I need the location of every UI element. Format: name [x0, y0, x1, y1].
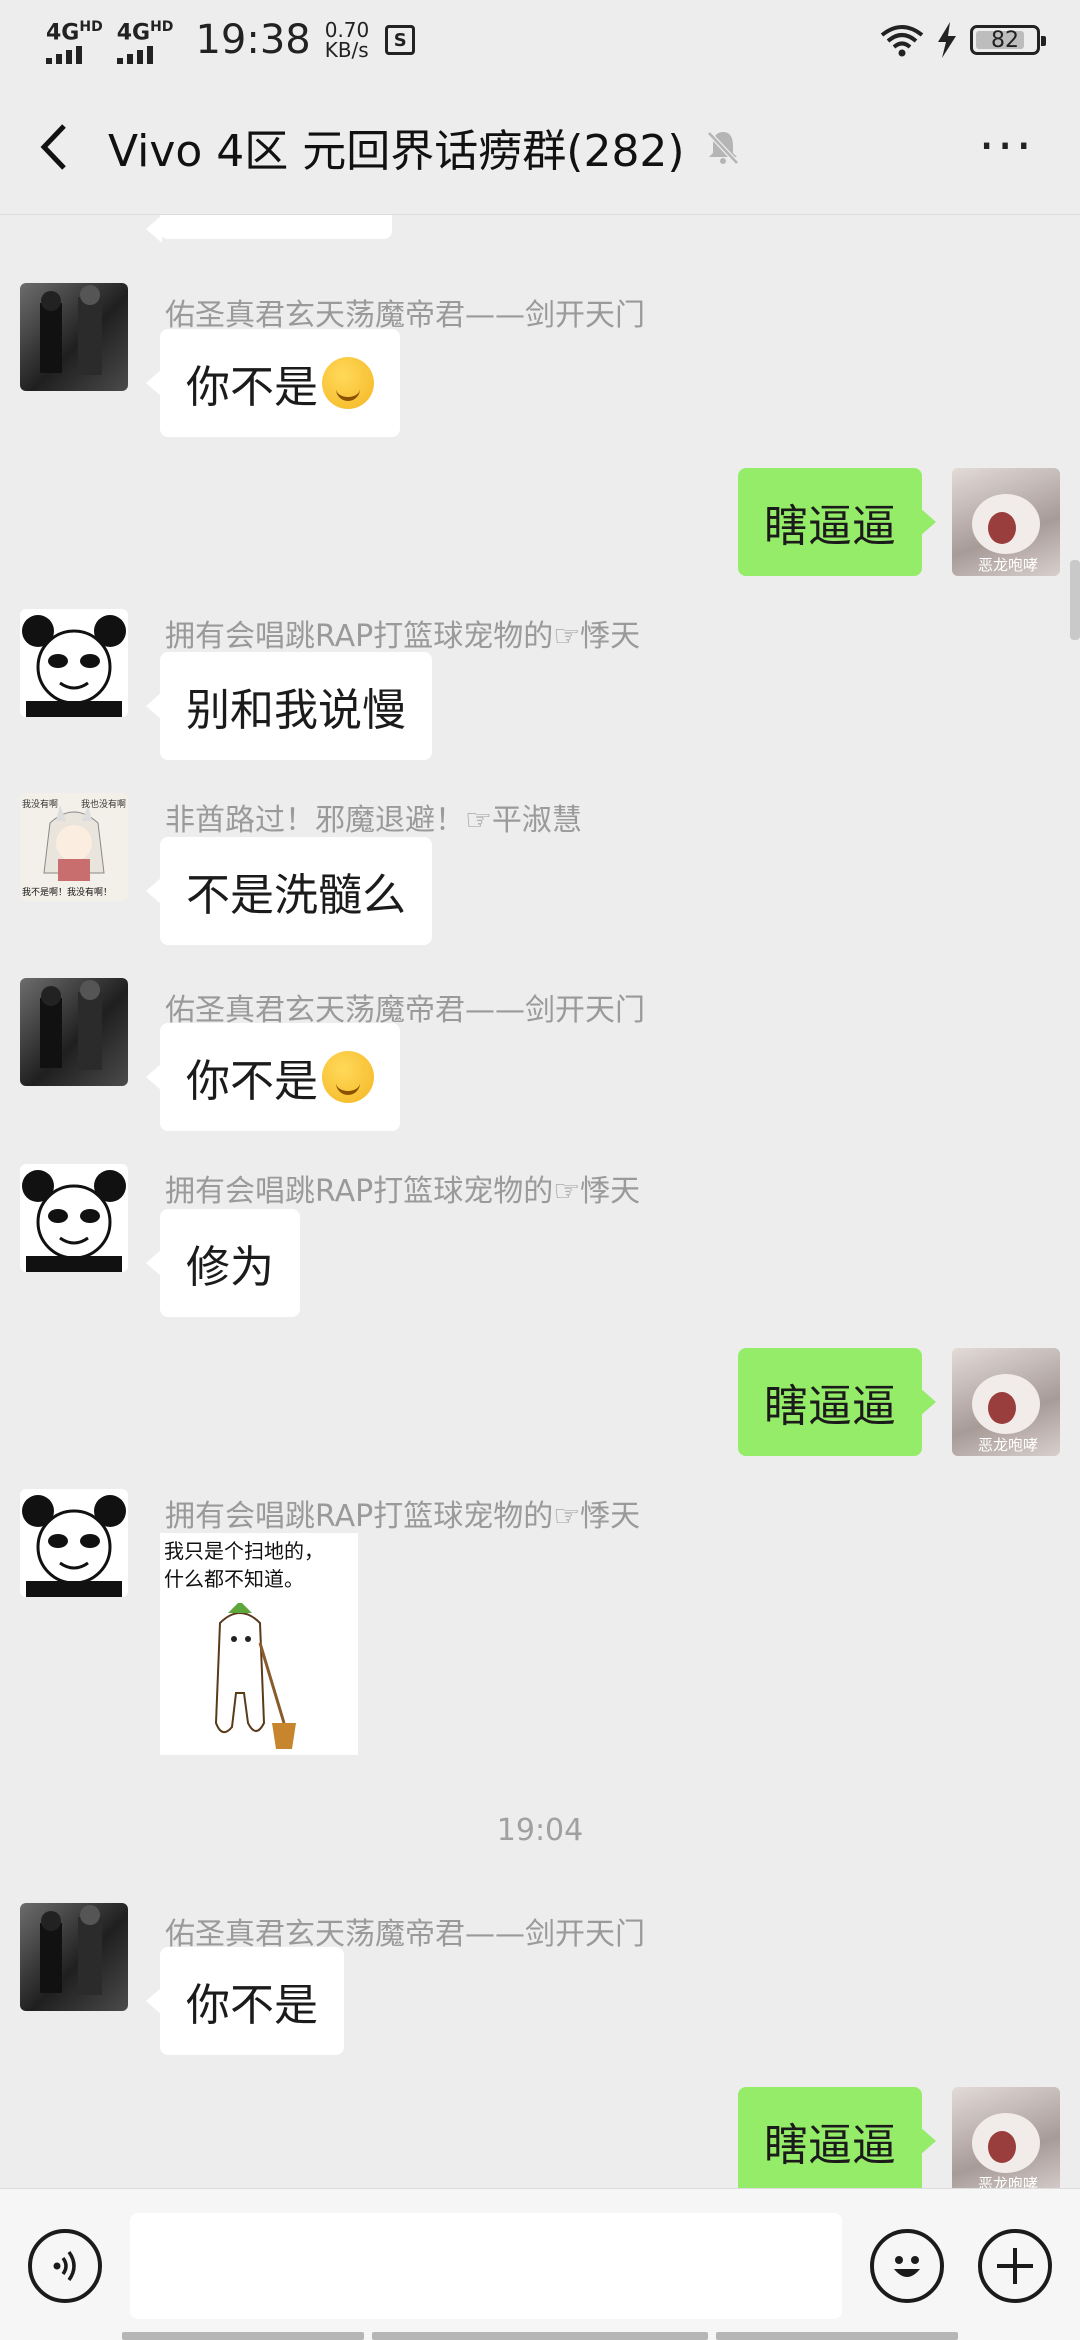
signal-1: 4GHD: [46, 16, 103, 65]
signal-bars-icon: [116, 46, 153, 65]
avatar[interactable]: [20, 609, 128, 717]
smirk-emoji-icon: [322, 357, 374, 409]
message-bubble[interactable]: 别和我说慢: [146, 652, 432, 760]
emoji-icon[interactable]: [870, 2229, 944, 2303]
gesture-bar: [0, 2330, 1080, 2340]
chat-title[interactable]: Vivo 4区 元回界话痨群(282): [108, 115, 685, 179]
sim-icon: S: [385, 25, 416, 55]
time-divider: 19:04: [496, 1813, 584, 1848]
signal-bars-icon: [46, 46, 82, 65]
message-text: 你不是: [186, 362, 318, 413]
add-icon[interactable]: [978, 2229, 1052, 2303]
message-bubble[interactable]: 瞎逼逼: [738, 2087, 936, 2188]
scrollbar-thumb[interactable]: [1070, 560, 1080, 640]
avatar[interactable]: [20, 978, 128, 1086]
avatar[interactable]: [20, 1489, 128, 1597]
avatar-caption: 恶龙咆哮: [978, 2175, 1039, 2188]
message-text: 瞎逼逼: [764, 1381, 896, 1432]
message-bubble[interactable]: 修为: [146, 1209, 300, 1317]
avatar-caption: 恶龙咆哮: [978, 556, 1039, 574]
avatar[interactable]: 恶龙咆哮: [952, 2087, 1060, 2188]
message-bubble[interactable]: 你不是: [146, 1947, 344, 2055]
sender-name: 拥有会唱跳RAP打篮球宠物的☞悸天: [165, 1499, 641, 1534]
avatar[interactable]: 我没有啊 我也没有啊 我不是啊！我没有啊！: [20, 793, 128, 901]
sticker-image[interactable]: 我只是个扫地的， 什么都不知道。: [160, 1533, 358, 1755]
message-text: 你不是: [186, 1056, 318, 1107]
sender-name: 拥有会唱跳RAP打篮球宠物的☞悸天: [165, 1174, 641, 1209]
battery-level: 82: [991, 27, 1019, 53]
mute-bell-icon: [706, 131, 739, 165]
avatar[interactable]: [20, 1164, 128, 1272]
signal-2: 4GHD: [116, 16, 173, 65]
voice-icon[interactable]: [28, 2229, 102, 2303]
more-dots-icon[interactable]: ···: [978, 117, 1034, 177]
avatar[interactable]: 恶龙咆哮: [952, 468, 1060, 576]
wifi-icon: [880, 25, 924, 57]
message-bubble-partial[interactable]: [146, 215, 392, 243]
message-input[interactable]: [130, 2213, 842, 2319]
avatar[interactable]: [20, 283, 128, 391]
avatar-caption: 我也没有啊: [80, 800, 126, 810]
message-text: 别和我说慢: [186, 685, 406, 736]
message-text: 瞎逼逼: [764, 501, 896, 552]
network-speed: 0.70 KB/s: [324, 18, 370, 62]
battery-icon: 82: [970, 25, 1046, 55]
input-bar: [0, 2188, 1080, 2340]
charging-icon: [938, 22, 956, 58]
avatar-caption: 恶龙咆哮: [978, 1436, 1039, 1454]
status-time: 19:38: [195, 17, 311, 63]
message-bubble[interactable]: 不是洗髓么: [146, 837, 432, 945]
message-bubble[interactable]: 瞎逼逼: [738, 468, 936, 576]
sender-name: 佑圣真君玄天荡魔帝君——剑开天门: [165, 298, 645, 333]
message-text: 不是洗髓么: [186, 870, 406, 921]
avatar-caption: 我不是啊！我没有啊！: [22, 888, 113, 898]
sticker-caption: 我只是个扫地的， 什么都不知道。: [164, 1539, 324, 1591]
message-bubble[interactable]: 你不是: [146, 1023, 400, 1131]
avatar-caption: 我没有啊: [22, 800, 59, 810]
avatar[interactable]: 恶龙咆哮: [952, 1348, 1060, 1456]
avatar[interactable]: [20, 1903, 128, 2011]
sender-name: 非酋路过！邪魔退避！☞平淑慧: [165, 803, 582, 838]
message-bubble[interactable]: 你不是: [146, 329, 400, 437]
status-bar: 4GHD 4GHD 19:38 0.70 KB/s S 82: [0, 0, 1080, 80]
message-bubble[interactable]: 瞎逼逼: [738, 1348, 936, 1456]
message-text: 修为: [186, 1242, 274, 1293]
thinking-emoji-icon: [322, 1051, 374, 1103]
message-text: 你不是: [186, 1980, 318, 2031]
back-arrow-icon[interactable]: [28, 117, 78, 177]
message-list[interactable]: 佑圣真君玄天荡魔帝君——剑开天门 你不是 恶龙咆哮 瞎逼逼 拥有会唱跳RAP打篮…: [0, 215, 1080, 2188]
chat-header: Vivo 4区 元回界话痨群(282) ···: [0, 80, 1080, 215]
sender-name: 拥有会唱跳RAP打篮球宠物的☞悸天: [165, 619, 641, 654]
message-text: 瞎逼逼: [764, 2120, 896, 2171]
